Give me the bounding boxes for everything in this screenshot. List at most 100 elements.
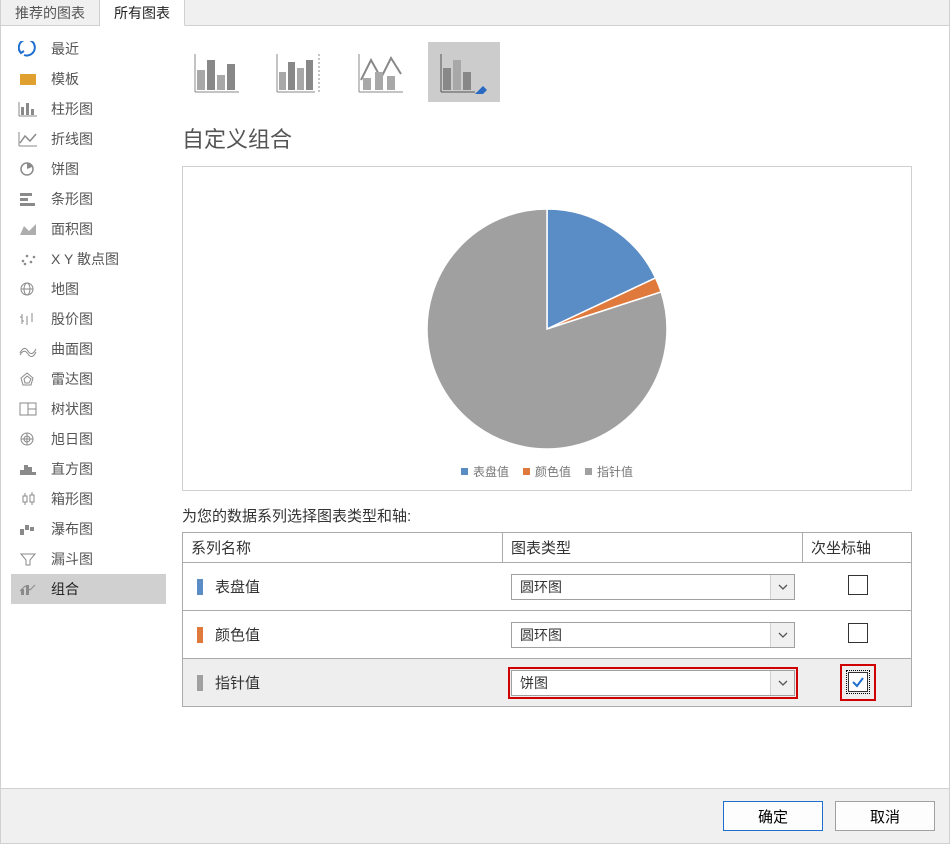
chart-type-dropdown[interactable]: 圆环图	[511, 574, 795, 600]
combo-chart-icon	[275, 50, 325, 94]
pie-chart	[417, 199, 677, 459]
combo-custom-icon	[439, 50, 489, 94]
chart-type-dropdown[interactable]: 饼图	[511, 670, 795, 696]
sidebar-item-column[interactable]: 柱形图	[11, 94, 166, 124]
legend-item: 颜色值	[523, 463, 571, 480]
subtype-combo-3[interactable]	[346, 42, 418, 102]
chart-type-dropdown[interactable]: 圆环图	[511, 622, 795, 648]
sidebar-item-label: 组合	[51, 579, 79, 599]
subtype-combo-custom[interactable]	[428, 42, 500, 102]
secondary-axis-cell	[803, 660, 913, 705]
series-type-cell: 饼图	[503, 666, 803, 700]
combo-icon	[17, 580, 41, 598]
sidebar-item-radar[interactable]: 雷达图	[11, 364, 166, 394]
dialog-footer: 确定 取消	[1, 788, 949, 843]
sidebar-item-line[interactable]: 折线图	[11, 124, 166, 154]
series-table: 系列名称 图表类型 次坐标轴 表盘值圆环图颜色值圆环图指针值饼图	[182, 532, 912, 707]
sidebar-item-sunburst[interactable]: 旭日图	[11, 424, 166, 454]
series-name-cell: 表盘值	[183, 572, 503, 601]
funnel-icon	[17, 550, 41, 568]
sidebar-item-combo[interactable]: 组合	[11, 574, 166, 604]
sidebar-item-label: 最近	[51, 39, 79, 59]
sidebar-item-label: 漏斗图	[51, 549, 93, 569]
dropdown-value: 饼图	[520, 673, 548, 693]
chevron-down-icon	[770, 575, 794, 599]
chart-type-sidebar: 最近模板柱形图折线图饼图条形图面积图 X Y 散点图地图股价图曲面图雷达图树状图旭…	[1, 26, 176, 788]
chevron-down-icon	[770, 623, 794, 647]
sidebar-item-box[interactable]: 箱形图	[11, 484, 166, 514]
tab-recommended[interactable]: 推荐的图表	[1, 0, 100, 25]
combo-chart-icon	[193, 50, 243, 94]
box-icon	[17, 490, 41, 508]
cancel-button[interactable]: 取消	[835, 801, 935, 831]
subtype-combo-1[interactable]	[182, 42, 254, 102]
sidebar-item-label: 雷达图	[51, 369, 93, 389]
sidebar-item-histogram[interactable]: 直方图	[11, 454, 166, 484]
waterfall-icon	[17, 520, 41, 538]
secondary-axis-checkbox[interactable]	[848, 575, 868, 595]
sidebar-item-stock[interactable]: 股价图	[11, 304, 166, 334]
series-type-cell: 圆环图	[503, 618, 803, 652]
histogram-icon	[17, 460, 41, 478]
sidebar-item-area[interactable]: 面积图	[11, 214, 166, 244]
sidebar-item-waterfall[interactable]: 瀑布图	[11, 514, 166, 544]
sidebar-item-treemap[interactable]: 树状图	[11, 394, 166, 424]
pie-icon	[17, 160, 41, 178]
legend-item: 表盘值	[461, 463, 509, 480]
sidebar-item-label: 树状图	[51, 399, 93, 419]
col-secondary-axis: 次坐标轴	[803, 533, 913, 562]
sidebar-item-label: 箱形图	[51, 489, 93, 509]
sidebar-item-surface[interactable]: 曲面图	[11, 334, 166, 364]
secondary-axis-checkbox[interactable]	[848, 672, 868, 692]
series-row: 表盘值 圆环图	[183, 563, 911, 611]
tab-all-charts[interactable]: 所有图表	[100, 0, 185, 26]
sidebar-item-label: 直方图	[51, 459, 93, 479]
sidebar-item-label: 瀑布图	[51, 519, 93, 539]
sidebar-item-label: 面积图	[51, 219, 93, 239]
column-icon	[17, 100, 41, 118]
sidebar-item-map[interactable]: 地图	[11, 274, 166, 304]
sidebar-item-recent[interactable]: 最近	[11, 34, 166, 64]
secondary-axis-cell	[803, 619, 913, 651]
ok-button[interactable]: 确定	[723, 801, 823, 831]
sidebar-item-template[interactable]: 模板	[11, 64, 166, 94]
bar-icon	[17, 190, 41, 208]
chart-preview[interactable]: 表盘值颜色值指针值	[182, 166, 912, 491]
sidebar-item-label: 条形图	[51, 189, 93, 209]
sidebar-item-label: 模板	[51, 69, 79, 89]
series-header: 系列名称 图表类型 次坐标轴	[183, 533, 911, 563]
secondary-axis-checkbox[interactable]	[848, 623, 868, 643]
col-series-name: 系列名称	[183, 533, 503, 562]
scatter-icon	[17, 250, 41, 268]
series-type-cell: 圆环图	[503, 570, 803, 604]
series-name-cell: 颜色值	[183, 620, 503, 649]
main-panel: 自定义组合 表盘值颜色值指针值 为您的数据系列选择图表类型和轴: 系列名称 图表…	[176, 26, 949, 788]
sidebar-item-label: 股价图	[51, 309, 93, 329]
sidebar-item-label: 曲面图	[51, 339, 93, 359]
series-section-label: 为您的数据系列选择图表类型和轴:	[182, 505, 933, 526]
series-name-label: 颜色值	[215, 624, 260, 645]
col-chart-type: 图表类型	[503, 533, 803, 562]
sidebar-item-funnel[interactable]: 漏斗图	[11, 544, 166, 574]
series-name-cell: 指针值	[183, 668, 503, 697]
subtype-combo-2[interactable]	[264, 42, 336, 102]
subtype-row	[182, 42, 933, 102]
dropdown-value: 圆环图	[520, 625, 562, 645]
series-name-label: 指针值	[215, 672, 260, 693]
sidebar-item-scatter[interactable]: X Y 散点图	[11, 244, 166, 274]
sidebar-item-bar[interactable]: 条形图	[11, 184, 166, 214]
series-name-label: 表盘值	[215, 576, 260, 597]
sidebar-item-label: 饼图	[51, 159, 79, 179]
line-icon	[17, 130, 41, 148]
tab-bar: 推荐的图表 所有图表	[1, 0, 949, 26]
surface-icon	[17, 340, 41, 358]
sidebar-item-pie[interactable]: 饼图	[11, 154, 166, 184]
map-icon	[17, 280, 41, 298]
recent-icon	[17, 40, 41, 58]
template-icon	[17, 70, 41, 88]
treemap-icon	[17, 400, 41, 418]
sidebar-item-label: X Y 散点图	[51, 249, 119, 269]
sidebar-item-label: 地图	[51, 279, 79, 299]
legend-item: 指针值	[585, 463, 633, 480]
radar-icon	[17, 370, 41, 388]
